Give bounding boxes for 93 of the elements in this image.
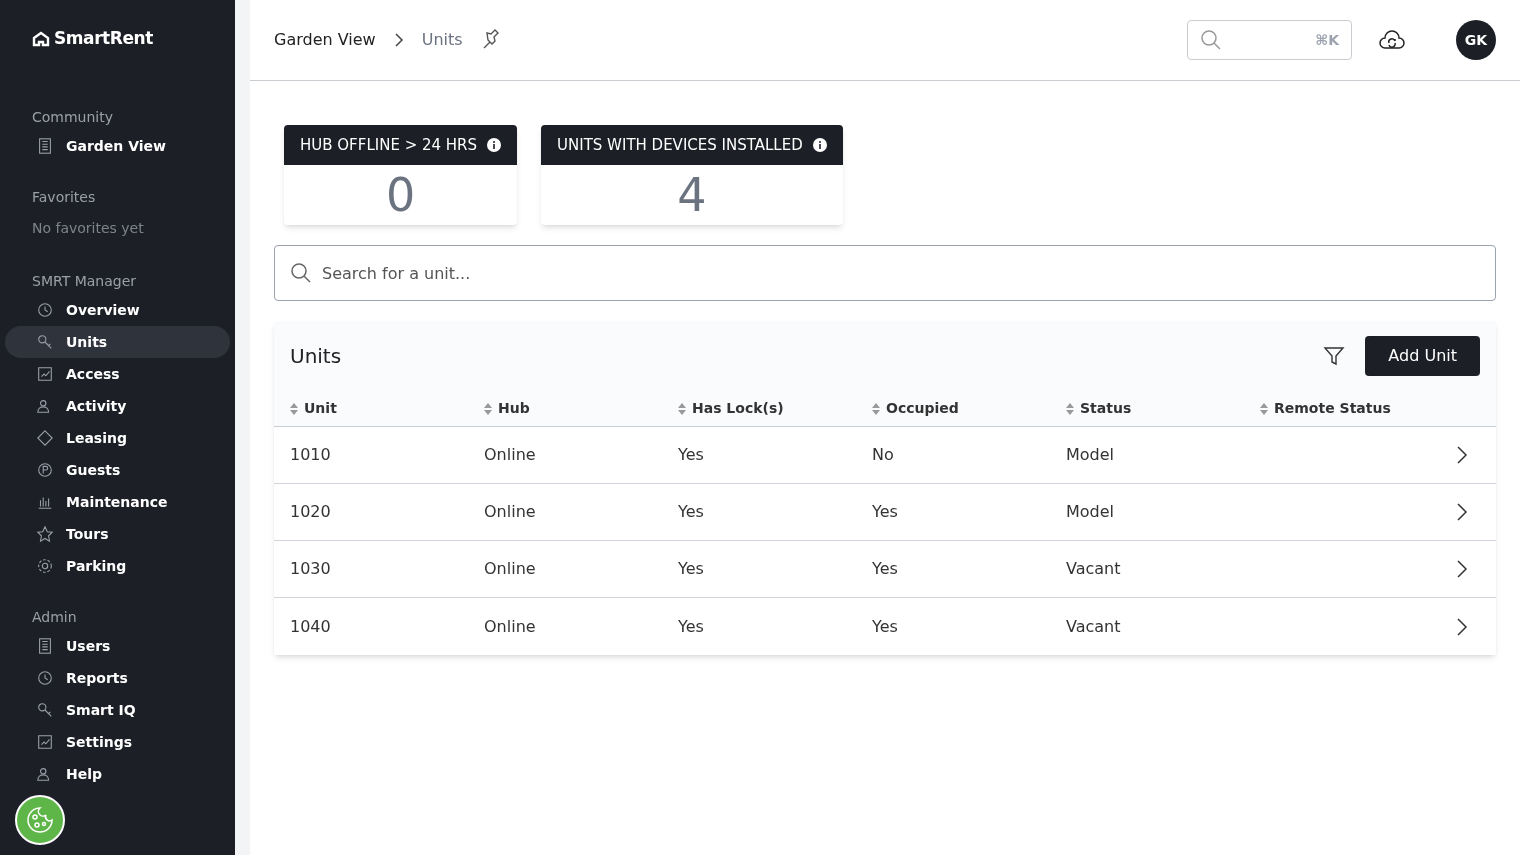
- column-header[interactable]: Hub: [484, 398, 678, 419]
- table-cell-text: Online: [484, 615, 537, 638]
- sidebar-item[interactable]: Garden View: [5, 130, 230, 162]
- chevron-right-icon[interactable]: [1456, 616, 1468, 637]
- table-cell-text: Yes: [678, 615, 705, 638]
- nav-icon: [36, 429, 54, 447]
- sidebar-item[interactable]: Reports: [5, 662, 230, 694]
- nav-icon: [36, 333, 54, 351]
- table-cell-text: 1030: [290, 558, 332, 580]
- sidebar-item[interactable]: Access: [5, 358, 230, 390]
- table-cell-text: Vacant: [1066, 558, 1122, 580]
- table-row[interactable]: 1010 Online Yes No Model: [274, 427, 1496, 484]
- sidebar-item[interactable]: Help: [5, 758, 230, 790]
- chevron-right-icon[interactable]: [1456, 502, 1468, 522]
- nav-icon: [36, 365, 54, 383]
- table-cell-text: Yes: [678, 501, 705, 523]
- sort-icon: [290, 402, 298, 415]
- table-cell-text: Vacant: [1066, 615, 1122, 638]
- column-header[interactable]: Unit: [290, 398, 484, 419]
- column-header[interactable]: Occupied: [872, 398, 1066, 419]
- table-cell-text: 1010: [290, 444, 332, 466]
- table-cell-text: Yes: [872, 615, 899, 638]
- sidebar-item[interactable]: Maintenance: [5, 486, 230, 518]
- info-icon[interactable]: [487, 138, 502, 152]
- cloud-sync-icon[interactable]: [1378, 29, 1406, 51]
- sort-icon: [1260, 402, 1268, 415]
- user-avatar[interactable]: GK: [1456, 20, 1496, 60]
- table-cell-text: Online: [484, 501, 537, 523]
- info-icon[interactable]: [812, 138, 827, 152]
- sidebar-item[interactable]: Leasing: [5, 422, 230, 454]
- table-row[interactable]: 1040 Online Yes Yes Vacant: [274, 598, 1496, 655]
- sidebar-item[interactable]: Smart IQ: [5, 694, 230, 726]
- filter-icon[interactable]: [1323, 345, 1346, 367]
- sort-icon: [484, 402, 492, 415]
- search-icon: [290, 262, 312, 284]
- logo-text: SmartRent: [54, 27, 153, 51]
- sidebar-item[interactable]: Parking: [5, 550, 230, 582]
- sidebar-item[interactable]: Users: [5, 630, 230, 662]
- stat-value: 4: [677, 172, 707, 218]
- nav-icon: [36, 557, 54, 575]
- sidebar-item[interactable]: Tours: [5, 518, 230, 550]
- section-heading: Community: [31, 108, 115, 127]
- sidebar-item[interactable]: Settings: [5, 726, 230, 758]
- add-unit-button[interactable]: Add Unit: [1365, 336, 1480, 376]
- cookie-icon: [15, 795, 65, 845]
- breadcrumb-link[interactable]: Units: [421, 28, 463, 52]
- table-row[interactable]: 1030 Online Yes Yes Vacant: [274, 541, 1496, 598]
- stat-value: 0: [385, 172, 416, 218]
- nav-icon: [36, 137, 54, 155]
- section-heading: Admin: [31, 608, 78, 627]
- stat-title: UNITS WITH DEVICES INSTALLED: [557, 134, 803, 156]
- table-cell-text: Yes: [678, 444, 705, 466]
- empty-favorites-text: No favorites yet: [31, 218, 145, 238]
- sort-icon: [678, 402, 686, 415]
- chevron-right-icon[interactable]: [1456, 559, 1468, 579]
- section-heading: SMRT Manager: [31, 272, 138, 291]
- stat-title: HUB OFFLINE > 24 HRS: [300, 134, 478, 156]
- sort-icon: [872, 402, 880, 415]
- section-heading: Favorites: [31, 188, 97, 207]
- chevron-right-icon[interactable]: [1456, 445, 1468, 465]
- sidebar-item[interactable]: Units: [5, 326, 230, 358]
- table-cell-text: 1020: [290, 501, 332, 523]
- nav-icon: [36, 669, 54, 687]
- table-cell-text: Yes: [872, 558, 899, 580]
- table-cell-text: 1040: [290, 615, 332, 638]
- nav-icon: [36, 701, 54, 719]
- table-cell-text: Model: [1066, 501, 1116, 523]
- search-icon: [1200, 29, 1222, 51]
- nav-icon: [36, 301, 54, 319]
- chevron-right-icon: [393, 32, 404, 48]
- breadcrumb-link[interactable]: Garden View: [274, 28, 376, 52]
- table-cell-text: Model: [1066, 444, 1116, 466]
- unit-search-field[interactable]: Search for a unit...: [274, 245, 1496, 301]
- column-header[interactable]: Has Lock(s): [678, 398, 872, 419]
- column-header[interactable]: Remote Status: [1260, 398, 1496, 419]
- sidebar-item[interactable]: Activity: [5, 390, 230, 422]
- table-cell-text: Online: [484, 444, 537, 466]
- nav-icon: [36, 637, 54, 655]
- nav-icon: [36, 525, 54, 543]
- table-cell-text: Online: [484, 558, 537, 580]
- logo-icon: [32, 31, 50, 47]
- column-header[interactable]: Status: [1066, 398, 1260, 419]
- sidebar-item[interactable]: Guests: [5, 454, 230, 486]
- table-cell-text: Yes: [678, 558, 705, 580]
- shortcut-hint: ⌘K: [1315, 31, 1339, 50]
- table-cell-text: No: [872, 444, 895, 466]
- sidebar-item[interactable]: Overview: [5, 294, 230, 326]
- sort-icon: [1066, 402, 1074, 415]
- table-row[interactable]: 1020 Online Yes Yes Model: [274, 484, 1496, 541]
- table-cell-text: Yes: [872, 501, 899, 523]
- nav-icon: [36, 461, 54, 479]
- nav-icon: [36, 733, 54, 751]
- table-title: Units: [290, 343, 343, 370]
